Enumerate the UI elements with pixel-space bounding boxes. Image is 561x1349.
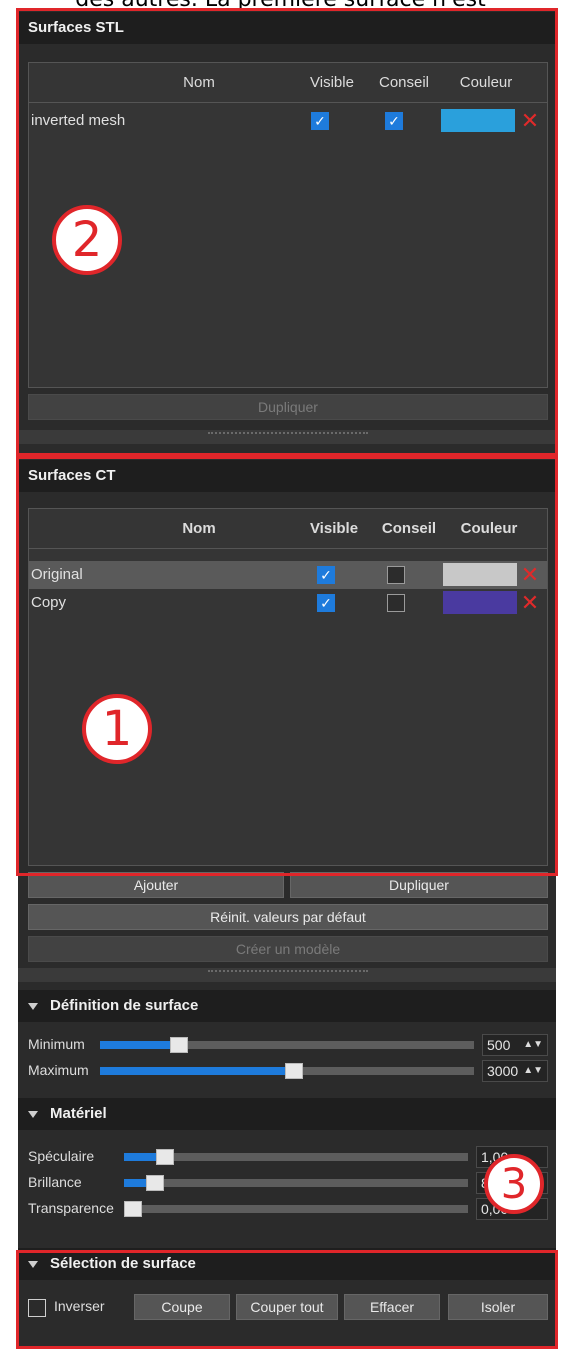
transparency-slider-handle[interactable] — [124, 1201, 142, 1217]
maximum-value[interactable]: 3000 — [487, 1063, 518, 1079]
brightness-slider-handle[interactable] — [146, 1175, 164, 1191]
transparency-slider[interactable] — [124, 1201, 468, 1217]
surface-definition-header[interactable]: Définition de surface — [18, 990, 556, 1022]
specular-slider-handle[interactable] — [156, 1149, 174, 1165]
collapse-triangle-icon[interactable] — [28, 1002, 38, 1010]
minimum-value[interactable]: 500 — [487, 1037, 510, 1053]
collapse-triangle-icon[interactable] — [28, 1110, 38, 1118]
minimum-slider-fill — [100, 1041, 179, 1049]
material-header[interactable]: Matériel — [18, 1098, 556, 1130]
specular-slider[interactable] — [124, 1149, 468, 1165]
maximum-slider[interactable] — [100, 1063, 474, 1079]
reset-defaults-button[interactable]: Réinit. valeurs par défaut — [28, 904, 548, 930]
maximum-slider-handle[interactable] — [285, 1063, 303, 1079]
maximum-label: Maximum — [28, 1062, 89, 1078]
minimum-slider-handle[interactable] — [170, 1037, 188, 1053]
minimum-label: Minimum — [28, 1036, 85, 1052]
maximum-slider-fill — [100, 1067, 294, 1075]
spin-arrows-icon[interactable]: ▲▼ — [523, 1035, 543, 1055]
splitter-handle-2[interactable] — [18, 968, 556, 982]
annotation-box-selection — [16, 1250, 558, 1349]
create-model-button[interactable]: Créer un modèle — [28, 936, 548, 962]
minimum-slider[interactable] — [100, 1037, 474, 1053]
annotation-box-ct — [16, 456, 558, 876]
brightness-slider[interactable] — [124, 1175, 468, 1191]
material-title: Matériel — [50, 1105, 107, 1122]
maximum-spinbox[interactable]: 3000 ▲▼ — [482, 1060, 548, 1082]
minimum-spinbox[interactable]: 500 ▲▼ — [482, 1034, 548, 1056]
spin-arrows-icon[interactable]: ▲▼ — [523, 1061, 543, 1081]
surface-definition-title: Définition de surface — [50, 997, 199, 1014]
annotation-badge-3: 3 — [484, 1154, 544, 1214]
brightness-label: Brillance — [28, 1174, 82, 1190]
transparency-label: Transparence — [28, 1200, 114, 1216]
specular-label: Spéculaire — [28, 1148, 95, 1164]
annotation-box-stl — [16, 8, 558, 456]
